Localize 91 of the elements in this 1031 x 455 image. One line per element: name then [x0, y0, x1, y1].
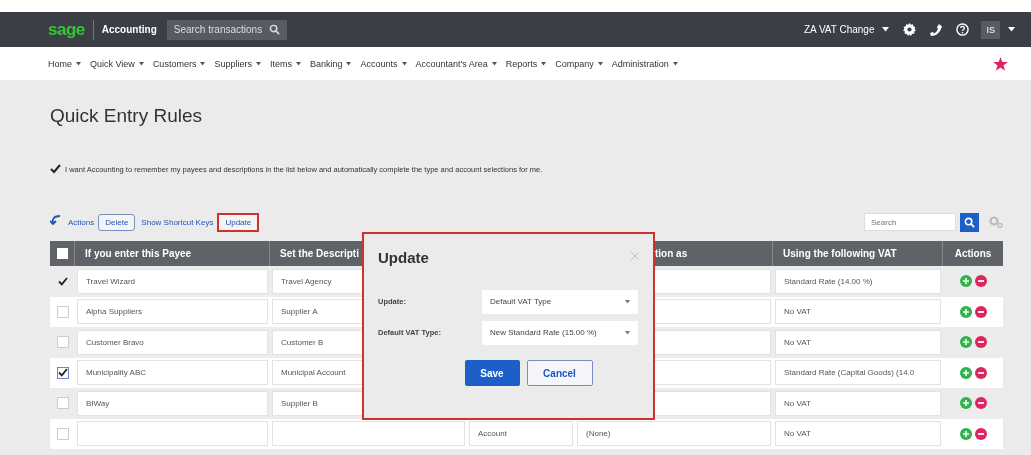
column-header: Set the Descripti [280, 248, 359, 259]
vat-field[interactable]: Standard Rate (Capital Goods) (14.0 [775, 360, 941, 386]
payee-field[interactable] [77, 421, 268, 447]
row-checkbox[interactable] [56, 397, 69, 410]
column-header: If you enter this Payee [85, 248, 192, 259]
nav-item[interactable]: Banking [309, 58, 343, 69]
add-icon[interactable] [959, 397, 972, 410]
column-header: Actions [954, 248, 992, 259]
caret-icon [200, 61, 206, 66]
row-checkbox[interactable] [56, 366, 69, 379]
payee-field[interactable]: BIWay [77, 390, 268, 416]
row-checkbox[interactable] [56, 305, 69, 318]
user-avatar[interactable]: IS [981, 20, 1000, 39]
help-icon[interactable] [956, 23, 970, 36]
vat-field[interactable]: Standard Rate (14.00 %) [775, 268, 941, 294]
search-field[interactable]: Search [864, 213, 956, 231]
remove-icon[interactable] [974, 366, 987, 379]
column-header: tion as [655, 248, 688, 259]
payee-field[interactable]: Alpha Suppliers [77, 299, 268, 325]
settings-icon[interactable] [903, 23, 917, 36]
search-icon [268, 24, 280, 35]
logo[interactable]: sage [48, 19, 94, 40]
type-field[interactable]: Account [469, 421, 573, 447]
column-header: Using the following VAT [783, 248, 897, 259]
caret-icon [401, 61, 407, 66]
vat-field[interactable]: No VAT [775, 421, 941, 447]
remove-icon[interactable] [974, 427, 987, 440]
nav-item[interactable]: Accounts [360, 58, 398, 69]
caret-icon [1008, 27, 1015, 32]
add-icon[interactable] [959, 305, 972, 318]
add-icon[interactable] [959, 366, 972, 379]
save-button[interactable]: Save [464, 360, 520, 386]
nav-item[interactable]: Suppliers [214, 58, 252, 69]
caret-icon [255, 61, 261, 66]
caret-icon [597, 61, 603, 66]
nav-item[interactable]: Accountant's Area [415, 58, 488, 69]
caret-icon [295, 61, 301, 66]
star-icon[interactable] [993, 56, 1008, 71]
payee-field[interactable]: Municipality ABC [77, 360, 268, 386]
payee-field[interactable]: Customer Bravo [77, 329, 268, 355]
phone-icon[interactable] [930, 23, 943, 36]
remove-icon[interactable] [974, 336, 987, 349]
actions-link[interactable]: Actions [68, 217, 95, 227]
caret-icon [625, 299, 630, 304]
nav-item[interactable]: Administration [611, 58, 669, 69]
row-checkbox[interactable] [56, 275, 69, 288]
nav-item[interactable]: Company [555, 58, 594, 69]
caret-icon [672, 61, 678, 66]
vat-field[interactable]: No VAT [775, 390, 941, 416]
vat-field[interactable]: No VAT [775, 329, 941, 355]
caret-icon [541, 61, 547, 66]
caret-icon [625, 330, 630, 335]
caret-icon [491, 61, 497, 66]
caret-icon [138, 61, 144, 66]
checkbox[interactable] [50, 164, 61, 174]
add-icon[interactable] [959, 336, 972, 349]
caret-icon [882, 27, 890, 32]
nav-item[interactable]: Home [48, 58, 72, 69]
search-icon [964, 216, 975, 228]
dropdown[interactable]: New Standard Rate (15.00 %) [482, 320, 638, 345]
caret-icon [76, 61, 81, 66]
payee-field[interactable]: Travel Wizard [77, 268, 268, 294]
search-button[interactable] [266, 19, 287, 40]
page-title: Quick Entry Rules [50, 104, 204, 128]
add-icon[interactable] [959, 275, 972, 288]
vat-field[interactable]: No VAT [775, 299, 941, 325]
toolbar-button[interactable]: Update [217, 212, 260, 232]
shortcut-keys-link[interactable]: Show Shortcut Keys [141, 217, 214, 227]
add-icon[interactable] [959, 427, 972, 440]
remove-icon[interactable] [974, 275, 987, 288]
row-checkbox[interactable] [56, 336, 69, 349]
cancel-button[interactable]: Cancel [526, 360, 593, 386]
description-field[interactable] [272, 421, 465, 447]
product-name: Accounting [101, 24, 157, 35]
nav-item[interactable]: Reports [505, 58, 538, 69]
dropdown[interactable]: Default VAT Type [482, 289, 638, 314]
row-checkbox[interactable] [56, 427, 69, 440]
company-menu[interactable]: ZA VAT Change [803, 24, 875, 35]
close-icon[interactable] [631, 252, 639, 260]
remove-icon[interactable] [974, 305, 987, 318]
caret-icon [346, 61, 352, 66]
nav-item[interactable]: Items [269, 58, 292, 69]
search-button[interactable] [960, 212, 979, 232]
nav-item[interactable]: Quick View [90, 58, 135, 69]
toolbar-button[interactable]: Delete [98, 213, 136, 231]
nav-item[interactable]: Customers [152, 58, 197, 69]
dialog-title: Update [378, 249, 429, 266]
search-field[interactable]: Search transactions [166, 19, 267, 40]
allocation-field[interactable]: (None) [577, 421, 771, 447]
remove-icon[interactable] [974, 397, 987, 410]
select-all-checkbox[interactable] [57, 248, 68, 259]
